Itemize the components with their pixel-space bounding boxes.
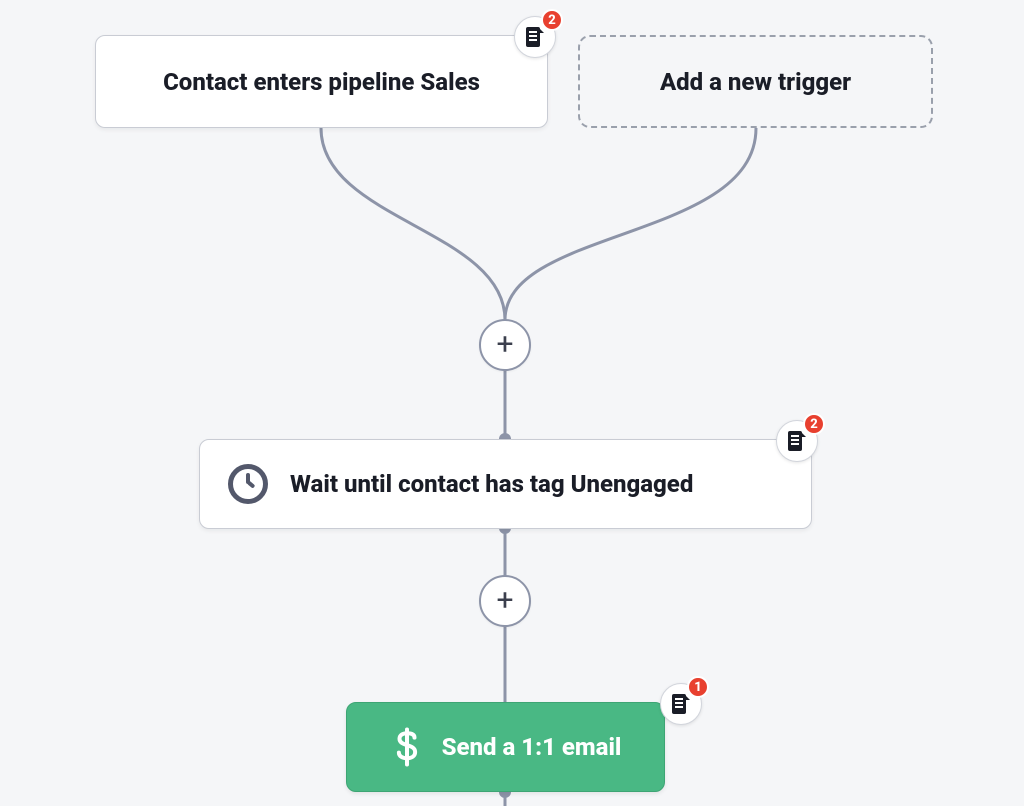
badge-count: 2 [803, 413, 825, 435]
notes-badge[interactable]: 2 [776, 420, 818, 462]
wait-node-tag-unengaged[interactable]: Wait until contact has tag Unengaged [199, 439, 812, 529]
notes-badge[interactable]: 2 [514, 16, 556, 58]
clock-icon [228, 464, 268, 504]
dollar-icon [390, 727, 424, 767]
notes-badge[interactable]: 1 [660, 683, 702, 725]
add-step-button[interactable]: + [479, 319, 531, 371]
trigger-label: Contact enters pipeline Sales [163, 68, 480, 96]
add-trigger-label: Add a new trigger [660, 68, 851, 96]
note-icon [788, 431, 806, 451]
add-step-button[interactable]: + [479, 575, 531, 627]
wait-label: Wait until contact has tag Unengaged [290, 470, 693, 498]
plus-icon: + [496, 586, 513, 616]
add-trigger-node[interactable]: Add a new trigger [578, 35, 933, 128]
plus-icon: + [496, 330, 513, 360]
trigger-node-pipeline-sales[interactable]: Contact enters pipeline Sales [95, 35, 548, 128]
automation-canvas: Contact enters pipeline Sales 2 Add a ne… [0, 0, 1024, 806]
note-icon [526, 27, 544, 47]
badge-count: 2 [541, 9, 563, 31]
note-icon [672, 694, 690, 714]
action-label: Send a 1:1 email [442, 733, 622, 761]
badge-count: 1 [687, 676, 709, 698]
action-node-send-email[interactable]: Send a 1:1 email [346, 702, 665, 792]
